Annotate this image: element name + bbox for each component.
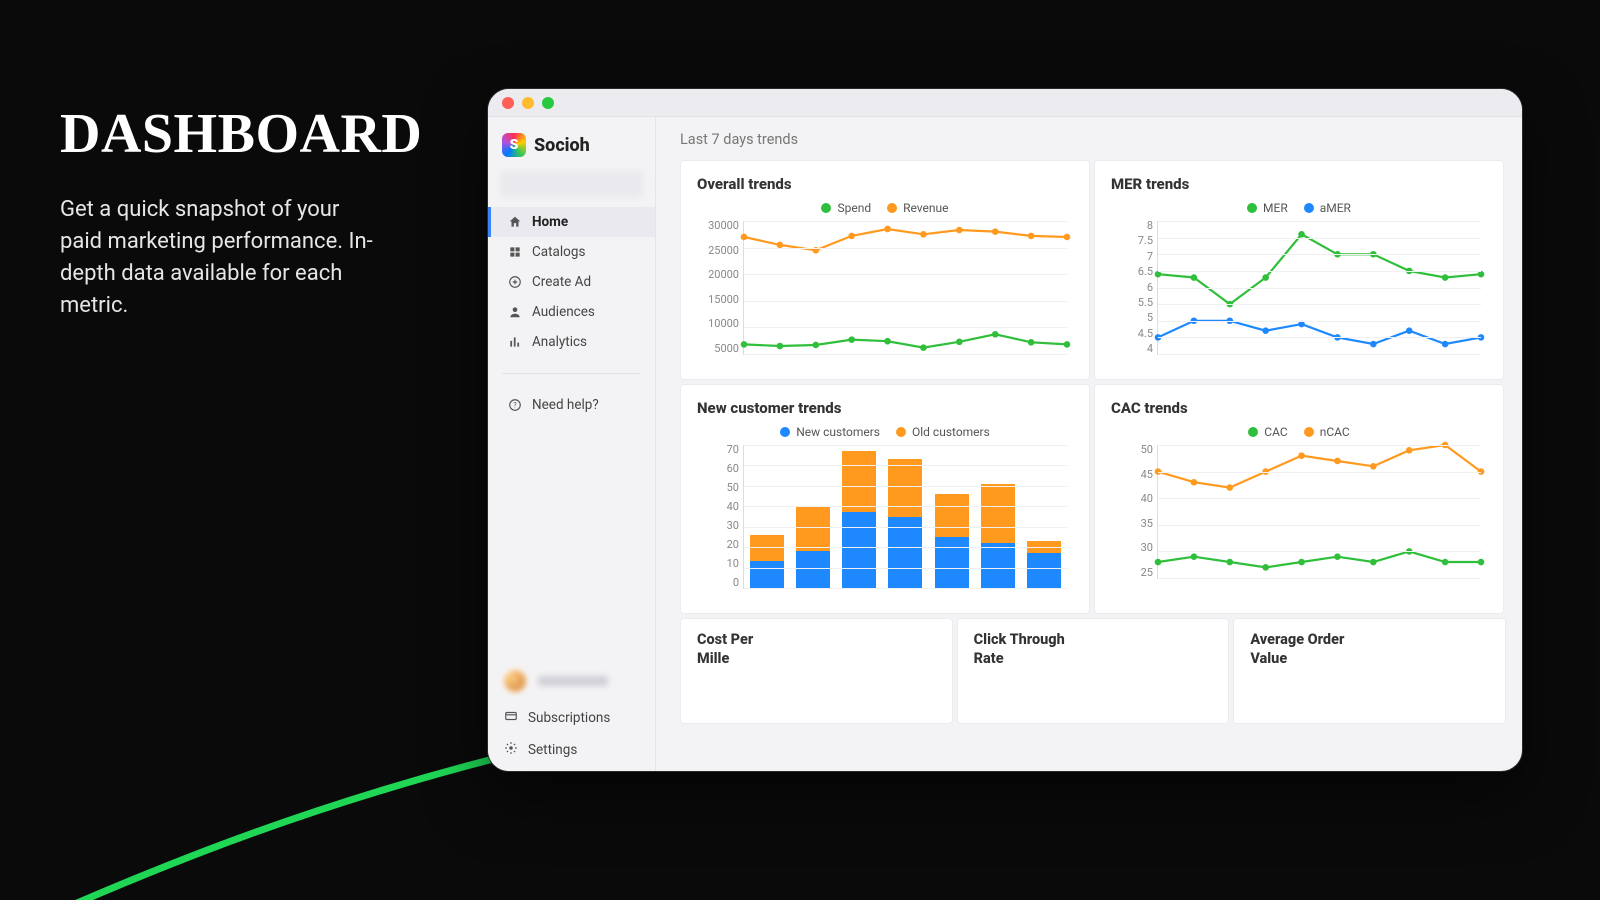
catalog-icon bbox=[507, 245, 522, 260]
hero-subtitle: Get a quick snapshot of your paid market… bbox=[60, 194, 380, 322]
legend-label: CAC bbox=[1264, 425, 1287, 439]
card-title: Overall trends bbox=[697, 175, 1073, 193]
legend-swatch bbox=[887, 203, 897, 213]
svg-text:?: ? bbox=[513, 401, 517, 409]
sidebar-item-label: Need help? bbox=[532, 397, 599, 413]
legend-label: MER bbox=[1263, 201, 1288, 215]
hero-title: DASHBOARD bbox=[60, 102, 422, 166]
gear-icon bbox=[504, 741, 518, 759]
legend-label: Spend bbox=[837, 201, 871, 215]
metric-card-cpm[interactable]: Cost PerMille bbox=[680, 618, 953, 724]
sidebar-item-subscriptions[interactable]: Subscriptions bbox=[488, 702, 655, 734]
legend-label: New customers bbox=[796, 425, 880, 439]
card-title: CAC trends bbox=[1111, 399, 1487, 417]
legend: CAC nCAC bbox=[1111, 425, 1487, 439]
brand-logo-icon: S bbox=[502, 133, 526, 157]
sidebar-item-audiences[interactable]: Audiences bbox=[488, 297, 655, 327]
legend-swatch bbox=[780, 427, 790, 437]
metric-title: Average OrderValue bbox=[1250, 631, 1489, 669]
card-icon bbox=[504, 709, 518, 727]
bars-icon bbox=[507, 335, 522, 350]
content: Last 7 days trends Overall trends Spend … bbox=[656, 117, 1522, 771]
plus-circle-icon bbox=[507, 275, 522, 290]
sidebar-item-label: Analytics bbox=[532, 334, 587, 350]
sidebar: S Socioh Home Catalogs Create Ad bbox=[488, 117, 656, 771]
card-cac-trends[interactable]: CAC trends CAC nCAC 504540353025 bbox=[1094, 384, 1504, 614]
sidebar-item-label: Settings bbox=[528, 742, 577, 758]
sidebar-item-create-ad[interactable]: Create Ad bbox=[488, 267, 655, 297]
user-name-redacted bbox=[538, 676, 608, 686]
sidebar-item-analytics[interactable]: Analytics bbox=[488, 327, 655, 357]
legend-swatch bbox=[1304, 427, 1314, 437]
sidebar-item-settings[interactable]: Settings bbox=[488, 734, 655, 771]
close-icon[interactable] bbox=[502, 97, 514, 109]
legend: MER aMER bbox=[1111, 201, 1487, 215]
chart-overall: 30000250002000015000100005000 bbox=[697, 219, 1073, 369]
card-mer-trends[interactable]: MER trends MER aMER 87.576.565.554.54 bbox=[1094, 160, 1504, 380]
zoom-icon[interactable] bbox=[542, 97, 554, 109]
sidebar-item-catalogs[interactable]: Catalogs bbox=[488, 237, 655, 267]
legend-swatch bbox=[821, 203, 831, 213]
legend-label: nCAC bbox=[1320, 425, 1350, 439]
sidebar-item-help[interactable]: ? Need help? bbox=[488, 390, 655, 420]
metric-card-ctr[interactable]: Click ThroughRate bbox=[957, 618, 1230, 724]
sidebar-item-label: Audiences bbox=[532, 304, 595, 320]
chart-mer: 87.576.565.554.54 bbox=[1111, 219, 1487, 369]
home-icon bbox=[507, 215, 522, 230]
card-title: New customer trends bbox=[697, 399, 1073, 417]
chart-cac: 504540353025 bbox=[1111, 443, 1487, 593]
metric-title: Click ThroughRate bbox=[974, 631, 1213, 669]
app-window: S Socioh Home Catalogs Create Ad bbox=[487, 88, 1523, 772]
user-row[interactable] bbox=[488, 660, 655, 702]
sidebar-item-home[interactable]: Home bbox=[488, 207, 655, 237]
minimize-icon[interactable] bbox=[522, 97, 534, 109]
legend-swatch bbox=[1247, 203, 1257, 213]
avatar bbox=[502, 668, 528, 694]
legend-label: aMER bbox=[1320, 201, 1351, 215]
metric-card-aov[interactable]: Average OrderValue bbox=[1233, 618, 1506, 724]
chart-newcust: 706050403020100 bbox=[697, 443, 1073, 603]
sidebar-item-label: Home bbox=[532, 214, 568, 230]
legend-label: Old customers bbox=[912, 425, 990, 439]
org-selector[interactable] bbox=[500, 171, 643, 197]
metric-title: Cost PerMille bbox=[697, 631, 936, 669]
card-title: MER trends bbox=[1111, 175, 1487, 193]
user-icon bbox=[507, 305, 522, 320]
brand-name: Socioh bbox=[534, 135, 590, 156]
legend: New customers Old customers bbox=[697, 425, 1073, 439]
legend-swatch bbox=[1304, 203, 1314, 213]
sidebar-item-label: Subscriptions bbox=[528, 710, 610, 726]
legend-swatch bbox=[1248, 427, 1258, 437]
primary-nav: Home Catalogs Create Ad Audiences Analyt… bbox=[488, 207, 655, 357]
legend: Spend Revenue bbox=[697, 201, 1073, 215]
metric-placeholder bbox=[1250, 681, 1489, 703]
card-new-customer-trends[interactable]: New customer trends New customers Old cu… bbox=[680, 384, 1090, 614]
sidebar-item-label: Catalogs bbox=[532, 244, 585, 260]
range-label: Last 7 days trends bbox=[680, 131, 1506, 148]
metric-placeholder bbox=[974, 681, 1213, 703]
help-icon: ? bbox=[507, 398, 522, 413]
window-titlebar bbox=[488, 89, 1522, 117]
brand: S Socioh bbox=[488, 127, 655, 171]
metric-placeholder bbox=[697, 681, 936, 703]
card-overall-trends[interactable]: Overall trends Spend Revenue 30000250002… bbox=[680, 160, 1090, 380]
sidebar-separator bbox=[502, 373, 641, 374]
legend-swatch bbox=[896, 427, 906, 437]
sidebar-item-label: Create Ad bbox=[532, 274, 591, 290]
legend-label: Revenue bbox=[903, 201, 948, 215]
